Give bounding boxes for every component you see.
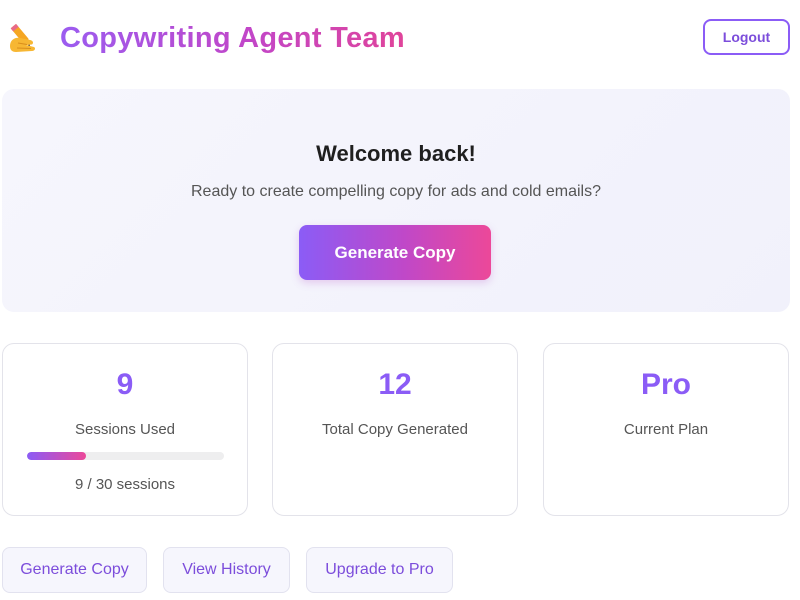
total-copy-label: Total Copy Generated [322, 421, 468, 438]
logout-button[interactable]: Logout [703, 19, 790, 55]
stat-card-total-copy: 12 Total Copy Generated [272, 343, 518, 516]
current-plan-label: Current Plan [623, 421, 709, 438]
stat-card-plan: Pro Current Plan [543, 343, 789, 516]
welcome-panel: Welcome back! Ready to create compelling… [2, 89, 790, 312]
stat-card-sessions: 9 Sessions Used 9 / 30 sessions [2, 343, 248, 516]
sessions-progress-text: 9 / 30 sessions [74, 476, 176, 493]
sessions-used-value: 9 [116, 368, 134, 401]
generate-copy-action-button[interactable]: Generate Copy [2, 547, 147, 593]
app-title: Copywriting Agent Team [60, 21, 405, 54]
writing-hand-icon [10, 23, 36, 52]
sessions-progress-bar [27, 452, 224, 460]
sessions-progress-fill [27, 452, 87, 460]
total-copy-value: 12 [378, 368, 412, 401]
view-history-button[interactable]: View History [163, 547, 290, 593]
welcome-subtitle: Ready to create compelling copy for ads … [191, 183, 601, 200]
brand: Copywriting Agent Team [6, 20, 405, 56]
current-plan-value: Pro [640, 368, 691, 401]
generate-copy-button[interactable]: Generate Copy [299, 225, 491, 280]
welcome-title: Welcome back! [316, 141, 476, 166]
app-header: Copywriting Agent Team Logout [0, 0, 800, 78]
sessions-used-label: Sessions Used [74, 421, 176, 438]
upgrade-to-pro-button[interactable]: Upgrade to Pro [306, 547, 453, 593]
